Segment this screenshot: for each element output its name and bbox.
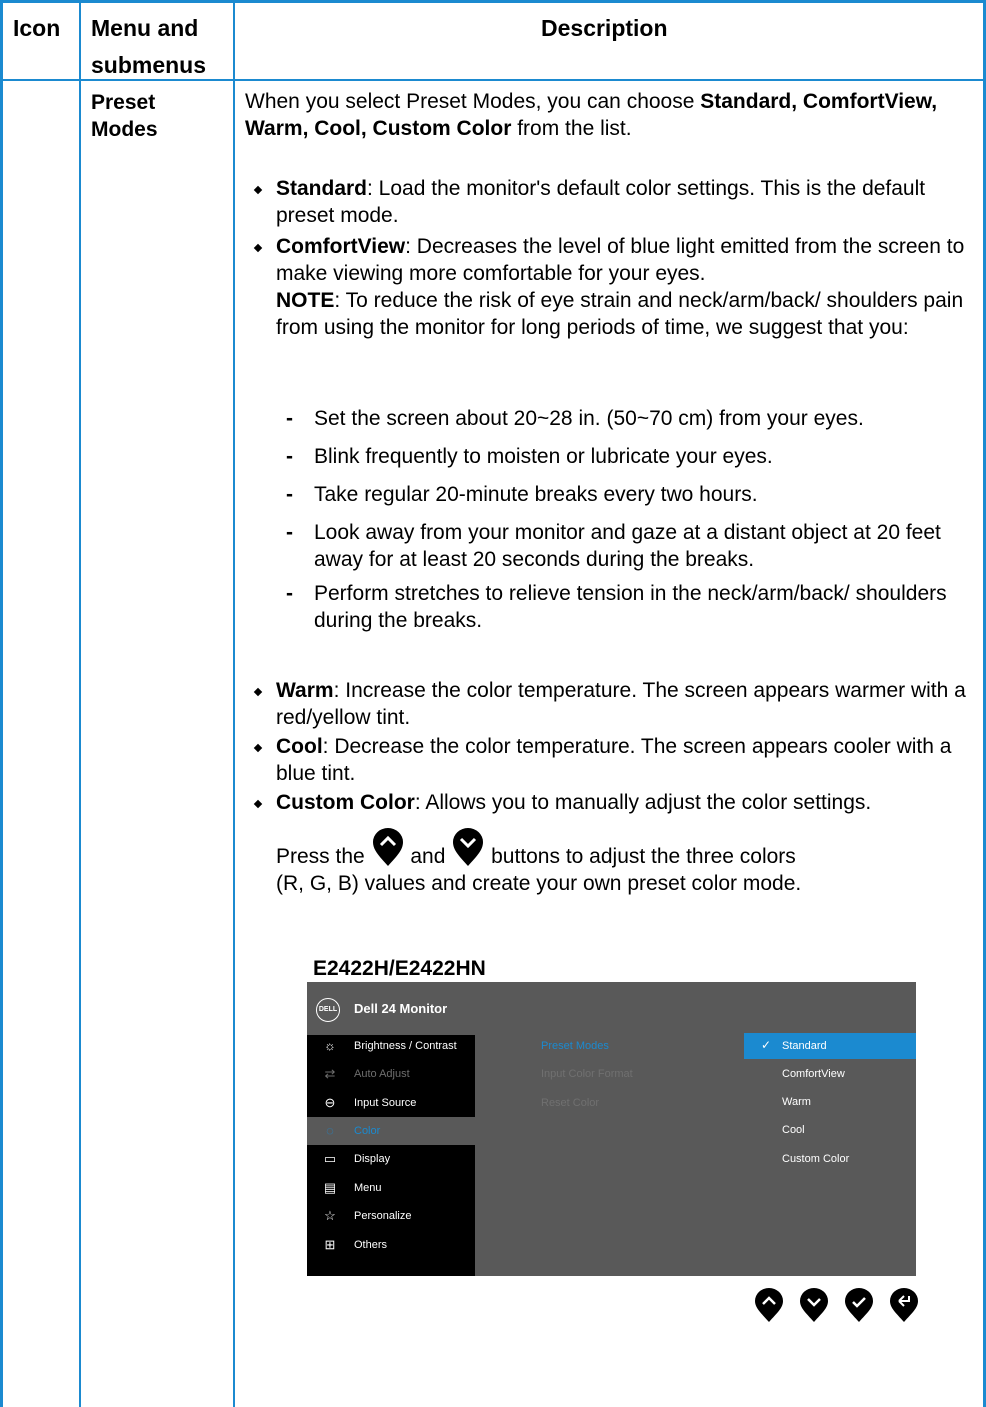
osd-option-warm[interactable]: Warm (744, 1089, 916, 1115)
osd-menu-color[interactable]: ◌ Color (307, 1117, 475, 1145)
osd-submenu-input-color-format[interactable]: Input Color Format (541, 1068, 633, 1080)
star-icon: ☆ (324, 1208, 336, 1223)
auto-adjust-icon: ⇄ (324, 1066, 336, 1081)
column-divider-2 (233, 0, 235, 1407)
osd-menu-auto-adjust[interactable]: ⇄ Auto Adjust (307, 1060, 475, 1088)
table-left-border (0, 0, 3, 1407)
osd-menu-personalize[interactable]: ☆ Personalize (307, 1202, 475, 1230)
osd-screenshot: DELL Dell 24 Monitor ☼ Brightness / Contr… (307, 982, 916, 1276)
header-menu-line2: submenus (91, 52, 207, 78)
osd-option-standard[interactable]: ✓ Standard (744, 1033, 916, 1059)
brightness-icon: ☼ (324, 1038, 336, 1053)
osd-option-comfortview[interactable]: ComfortView (744, 1061, 916, 1087)
menu-preset-line2: Modes (91, 118, 158, 141)
down-button-icon (453, 828, 484, 867)
osd-nav-buttons (753, 1287, 923, 1327)
osd-title: Dell 24 Monitor (354, 1001, 448, 1016)
osd-menu-display[interactable]: ▭ Display (307, 1145, 475, 1173)
down-button-icon[interactable] (798, 1287, 830, 1323)
bullet-icon (253, 243, 263, 253)
bullet-icon (253, 743, 263, 753)
bullet-icon (253, 185, 263, 195)
table-top-border (0, 0, 986, 3)
menu-icon: ▤ (323, 1180, 337, 1195)
check-button-icon[interactable] (843, 1287, 875, 1323)
intro-paragraph: When you select Preset Modes, you can ch… (245, 90, 938, 140)
osd-submenu-reset-color[interactable]: Reset Color (541, 1097, 599, 1109)
others-icon: ⊞ (324, 1237, 336, 1252)
display-icon: ▭ (323, 1151, 337, 1166)
column-divider-1 (79, 0, 81, 1407)
model-label: E2422H/E2422HN (313, 957, 486, 980)
dell-logo: DELL (316, 998, 340, 1022)
osd-option-cool[interactable]: Cool (744, 1117, 916, 1143)
input-source-icon: ⊖ (324, 1095, 336, 1110)
check-icon: ✓ (761, 1038, 772, 1052)
bullet-icon (253, 799, 263, 809)
osd-menu-input-source[interactable]: ⊖ Input Source (307, 1089, 475, 1117)
osd-option-custom-color[interactable]: Custom Color (744, 1146, 916, 1172)
up-button-icon (372, 828, 403, 867)
menu-preset-line1: Preset (91, 91, 156, 114)
header-icon: Icon (13, 15, 61, 41)
color-icon: ◌ (326, 1123, 334, 1138)
osd-title-bar: DELL Dell 24 Monitor (307, 982, 475, 1035)
header-description: Description (541, 15, 668, 41)
adjust-instructions: Press the and buttons to adjust the thre… (276, 828, 976, 897)
osd-submenu-preset-modes[interactable]: Preset Modes (541, 1040, 609, 1052)
header-menu-line1: Menu and (91, 15, 199, 41)
osd-menu-others[interactable]: ⊞ Others (307, 1231, 475, 1259)
spec-table: Icon Menu and submenus Description Prese… (0, 0, 986, 1407)
osd-menu-menu[interactable]: ▤ Menu (307, 1174, 475, 1202)
osd-menu-brightness[interactable]: ☼ Brightness / Contrast (307, 1032, 475, 1060)
up-button-icon[interactable] (753, 1287, 785, 1323)
bullet-icon (253, 687, 263, 697)
back-button-icon[interactable] (888, 1287, 920, 1323)
